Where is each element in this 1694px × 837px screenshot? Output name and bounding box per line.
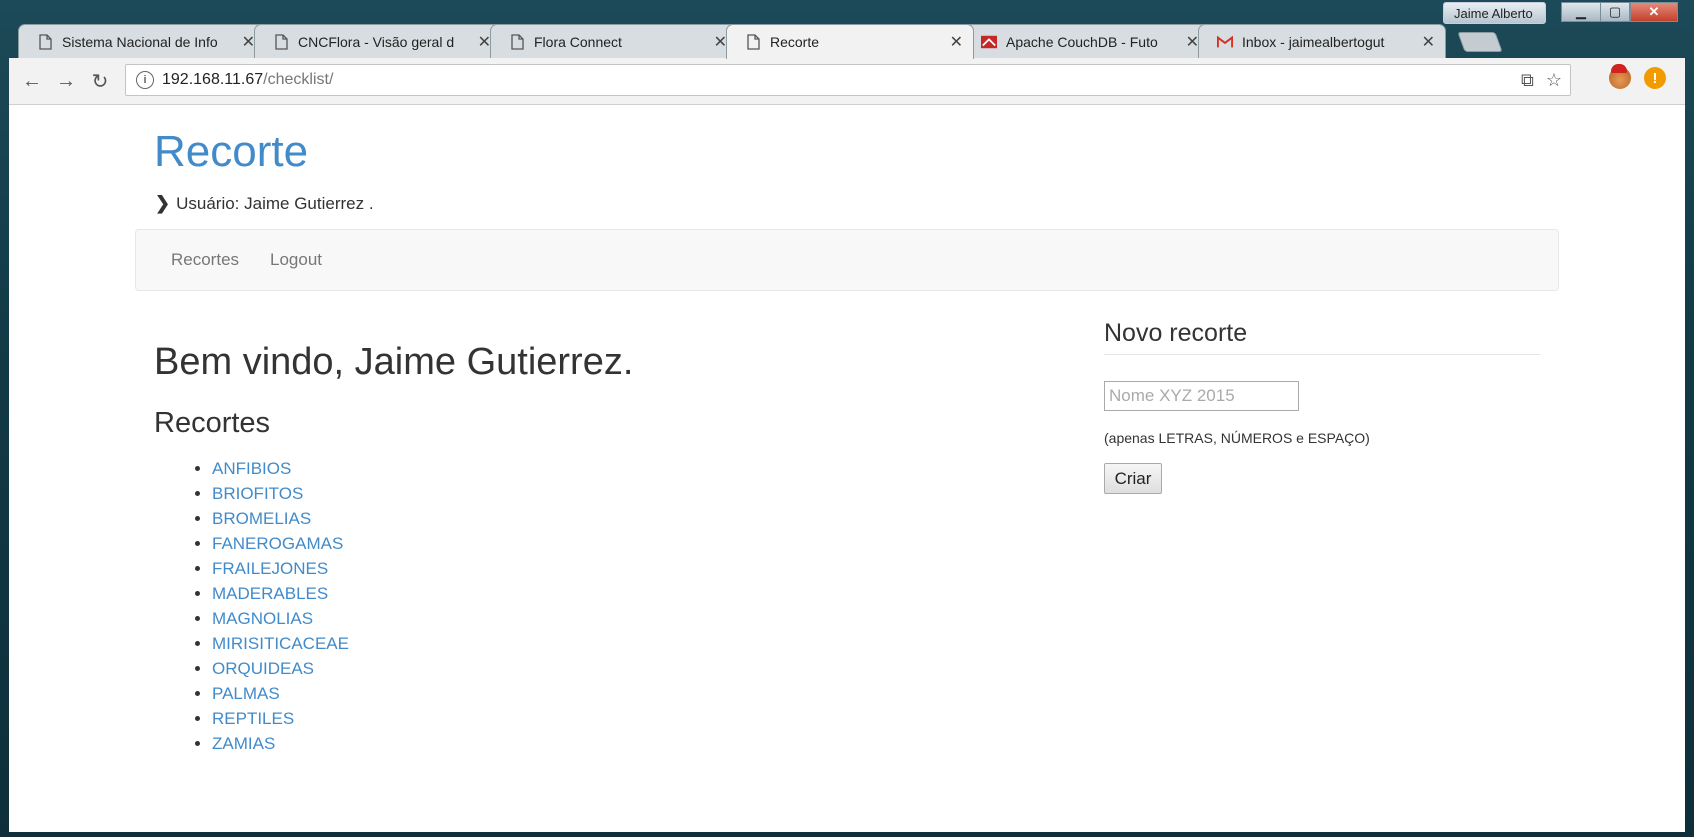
list-item: MADERABLES — [212, 581, 349, 606]
gmail-icon — [1217, 34, 1233, 50]
list-item: BROMELIAS — [212, 506, 349, 531]
user-line: ❯ Usuário: Jaime Gutierrez . — [155, 193, 374, 214]
tab-sistema-nacional[interactable]: Sistema Nacional de Info ✕ — [18, 24, 266, 58]
welcome-heading: Bem vindo, Jaime Gutierrez. — [154, 341, 634, 383]
nav-logout-link[interactable]: Logout — [270, 250, 322, 270]
list-item: REPTILES — [212, 706, 349, 731]
list-item: BRIOFITOS — [212, 481, 349, 506]
recorte-link[interactable]: ORQUIDEAS — [212, 659, 314, 678]
page-icon — [273, 33, 289, 50]
divider — [1104, 354, 1540, 355]
translate-icon[interactable]: ⧉ — [1521, 70, 1534, 91]
forward-icon[interactable]: → — [53, 68, 79, 94]
tab-title: Inbox - jaimealbertogut — [1242, 33, 1385, 50]
minimize-button[interactable]: ▁ — [1561, 2, 1601, 22]
tab-close-icon[interactable]: ✕ — [1186, 32, 1199, 52]
tab-cncflora[interactable]: CNCFlora - Visão geral d ✕ — [254, 24, 502, 58]
chevron-right-icon: ❯ — [155, 193, 171, 213]
list-item: MIRISITICACEAE — [212, 631, 349, 656]
extension-icon[interactable] — [1609, 64, 1631, 89]
recorte-link[interactable]: ANFIBIOS — [212, 459, 291, 478]
input-help-text: (apenas LETRAS, NÚMEROS e ESPAÇO) — [1104, 430, 1370, 446]
tab-close-icon[interactable]: ✕ — [478, 32, 491, 52]
user-text: Usuário: Jaime Gutierrez . — [176, 193, 374, 213]
back-icon[interactable]: ← — [19, 68, 45, 94]
recorte-name-input[interactable] — [1104, 381, 1299, 411]
page-icon — [509, 33, 525, 50]
browser-toolbar: ← → ↻ i 192.168.11.67/checklist/ ⧉ ☆ ! — [9, 58, 1685, 105]
list-item: ORQUIDEAS — [212, 656, 349, 681]
alert-icon[interactable]: ! — [1644, 67, 1666, 89]
list-item: ANFIBIOS — [212, 456, 349, 481]
page-icon — [37, 33, 53, 50]
recorte-link[interactable]: FRAILEJONES — [212, 559, 328, 578]
page-content: Recorte ❯ Usuário: Jaime Gutierrez . Rec… — [9, 105, 1685, 832]
tab-close-icon[interactable]: ✕ — [950, 32, 963, 52]
tab-close-icon[interactable]: ✕ — [714, 32, 727, 52]
bookmark-star-icon[interactable]: ☆ — [1546, 70, 1562, 91]
maximize-button[interactable]: ▢ — [1600, 2, 1630, 22]
list-item: PALMAS — [212, 681, 349, 706]
recortes-heading: Recortes — [154, 407, 271, 439]
profile-button[interactable]: Jaime Alberto — [1443, 2, 1546, 24]
list-item: ZAMIAS — [212, 731, 349, 756]
nav-recortes-link[interactable]: Recortes — [171, 250, 239, 270]
tab-gmail-inbox[interactable]: Inbox - jaimealbertogut ✕ — [1198, 24, 1446, 58]
tab-strip: Sistema Nacional de Info ✕ CNCFlora - Vi… — [14, 24, 1554, 59]
url-path: /checklist/ — [263, 71, 334, 88]
close-window-button[interactable]: ✕ — [1630, 2, 1678, 22]
tab-close-icon[interactable]: ✕ — [242, 32, 255, 52]
new-tab-button[interactable] — [1457, 32, 1503, 52]
recorte-link[interactable]: PALMAS — [212, 684, 280, 703]
tab-title: Recorte — [770, 34, 820, 50]
tab-couchdb[interactable]: Apache CouchDB - Futo ✕ — [962, 24, 1210, 58]
recorte-link[interactable]: ZAMIAS — [212, 734, 275, 753]
list-item: MAGNOLIAS — [212, 606, 349, 631]
recorte-link[interactable]: BRIOFITOS — [212, 484, 303, 503]
list-item: FANEROGAMAS — [212, 531, 349, 556]
recorte-link[interactable]: MAGNOLIAS — [212, 609, 313, 628]
site-info-icon[interactable]: i — [136, 71, 154, 89]
url-host: 192.168.11.67 — [162, 71, 264, 88]
couchdb-icon — [981, 34, 997, 50]
tab-title: Flora Connect — [534, 33, 622, 50]
tab-title: Apache CouchDB - Futo — [1006, 33, 1158, 50]
recorte-link[interactable]: BROMELIAS — [212, 509, 311, 528]
tab-close-icon[interactable]: ✕ — [1422, 32, 1435, 52]
reload-icon[interactable]: ↻ — [87, 68, 113, 94]
tab-flora-connect[interactable]: Flora Connect ✕ — [490, 24, 738, 58]
list-item: FRAILEJONES — [212, 556, 349, 581]
novo-recorte-heading: Novo recorte — [1104, 319, 1248, 347]
address-bar[interactable]: i 192.168.11.67/checklist/ ⧉ ☆ — [125, 64, 1571, 96]
criar-button[interactable]: Criar — [1104, 463, 1162, 494]
recorte-link[interactable]: MIRISITICACEAE — [212, 634, 349, 653]
tab-recorte[interactable]: Recorte ✕ — [726, 24, 974, 59]
page-icon — [745, 34, 761, 50]
site-title[interactable]: Recorte — [154, 127, 308, 177]
tab-title: Sistema Nacional de Info — [62, 33, 218, 50]
navbar: Recortes Logout — [135, 229, 1559, 291]
tab-title: CNCFlora - Visão geral d — [298, 33, 455, 50]
recorte-link[interactable]: FANEROGAMAS — [212, 534, 343, 553]
recortes-list: ANFIBIOS BRIOFITOS BROMELIAS FANEROGAMAS… — [189, 456, 349, 756]
recorte-link[interactable]: REPTILES — [212, 709, 294, 728]
recorte-link[interactable]: MADERABLES — [212, 584, 328, 603]
